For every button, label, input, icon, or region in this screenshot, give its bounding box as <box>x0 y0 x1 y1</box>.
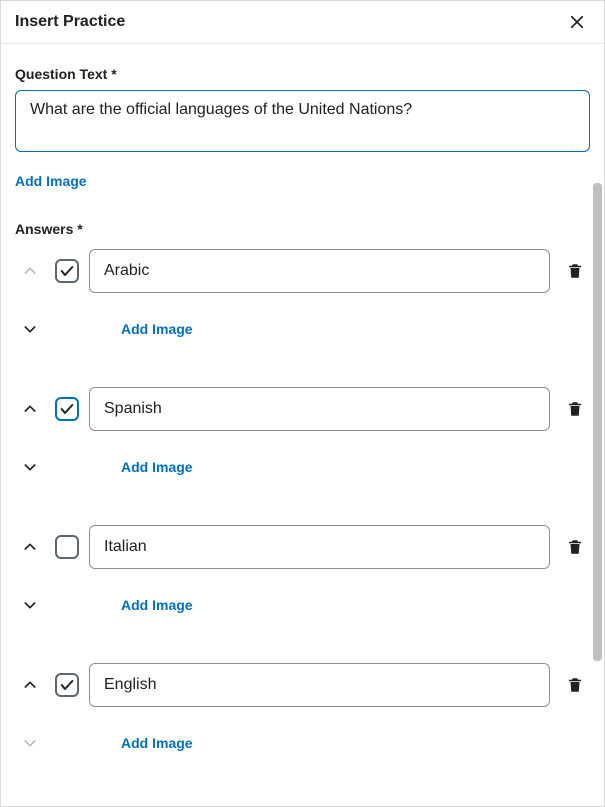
checkmark-icon <box>59 263 75 279</box>
answer-input[interactable] <box>89 249 550 293</box>
chevron-up-icon <box>22 401 38 417</box>
checkmark-icon <box>59 401 75 417</box>
question-text-input[interactable] <box>15 90 590 152</box>
correct-checkbox[interactable] <box>55 673 79 697</box>
trash-icon <box>566 400 584 418</box>
add-image-question-button[interactable]: Add Image <box>15 173 87 189</box>
expand-toggle-button[interactable] <box>15 455 45 479</box>
move-up-button[interactable] <box>15 259 45 283</box>
chevron-down-icon <box>22 597 38 613</box>
trash-icon <box>566 262 584 280</box>
answer-input[interactable] <box>89 387 550 431</box>
dialog-header: Insert Practice <box>1 1 604 44</box>
chevron-down-icon <box>22 459 38 475</box>
chevron-up-icon <box>22 677 38 693</box>
add-image-answer-button[interactable]: Add Image <box>121 597 193 613</box>
move-up-button[interactable] <box>15 397 45 421</box>
expand-toggle-button[interactable] <box>15 731 45 755</box>
scrollbar[interactable] <box>593 183 602 661</box>
answer-input[interactable] <box>89 525 550 569</box>
chevron-up-icon <box>22 263 38 279</box>
close-button[interactable] <box>564 9 590 35</box>
chevron-down-icon <box>22 735 38 751</box>
expand-toggle-button[interactable] <box>15 593 45 617</box>
trash-icon <box>566 676 584 694</box>
correct-checkbox[interactable] <box>55 397 79 421</box>
dialog-body: Question Text * Add Image Answers * Add … <box>1 44 604 806</box>
delete-answer-button[interactable] <box>560 258 590 284</box>
expand-toggle-button[interactable] <box>15 317 45 341</box>
close-icon <box>568 13 586 31</box>
answers-label: Answers * <box>15 221 590 237</box>
answer-block: Add Image <box>15 387 590 479</box>
answer-block: Add Image <box>15 249 590 341</box>
move-up-button[interactable] <box>15 673 45 697</box>
answer-input[interactable] <box>89 663 550 707</box>
chevron-up-icon <box>22 539 38 555</box>
answer-block: Add Image <box>15 525 590 617</box>
delete-answer-button[interactable] <box>560 534 590 560</box>
add-image-answer-button[interactable]: Add Image <box>121 735 193 751</box>
dialog-title: Insert Practice <box>15 13 125 31</box>
delete-answer-button[interactable] <box>560 396 590 422</box>
insert-practice-dialog: Insert Practice Question Text * Add Imag… <box>0 0 605 807</box>
answer-block: Add Image <box>15 663 590 755</box>
question-text-label: Question Text * <box>15 66 590 82</box>
correct-checkbox[interactable] <box>55 535 79 559</box>
add-image-answer-button[interactable]: Add Image <box>121 321 193 337</box>
correct-checkbox[interactable] <box>55 259 79 283</box>
add-image-answer-button[interactable]: Add Image <box>121 459 193 475</box>
delete-answer-button[interactable] <box>560 672 590 698</box>
trash-icon <box>566 538 584 556</box>
move-up-button[interactable] <box>15 535 45 559</box>
chevron-down-icon <box>22 321 38 337</box>
checkmark-icon <box>59 677 75 693</box>
